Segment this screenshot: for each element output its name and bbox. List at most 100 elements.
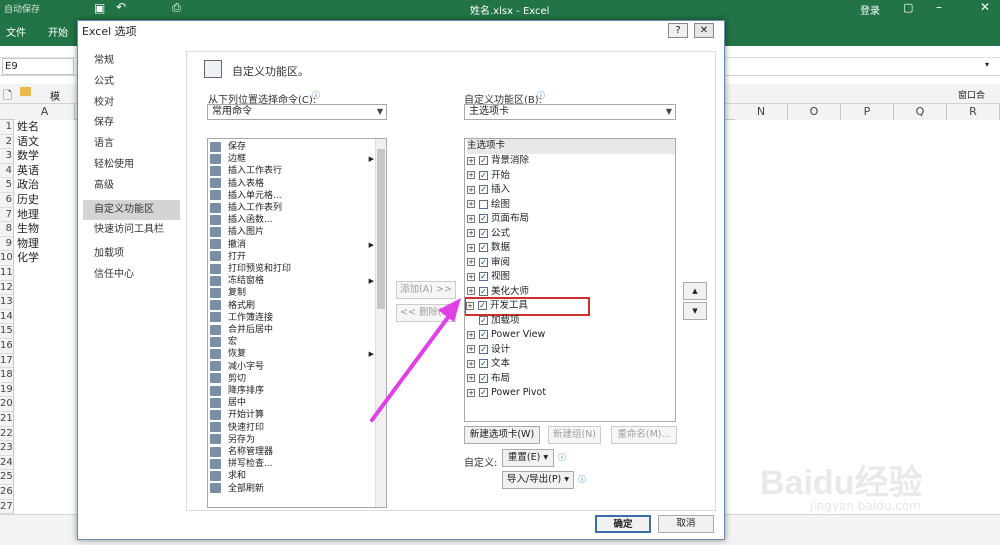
row-header[interactable]: 16 [0,339,14,354]
row-header[interactable]: 26 [0,485,14,500]
checkbox[interactable]: ✓ [479,388,488,397]
new-group-button[interactable]: 新建组(N) [548,426,601,444]
command-item[interactable]: 剪切 [210,373,370,385]
row-header[interactable]: 11 [0,266,14,281]
command-item[interactable]: 名称管理器 [210,446,370,458]
cell-a[interactable] [15,500,17,515]
cell-a[interactable] [15,281,17,296]
choose-commands-select[interactable]: 常用命令 ▼ [207,104,387,120]
command-item[interactable]: 插入工作表行 [210,165,370,177]
expand-icon[interactable]: + [467,156,475,165]
command-item[interactable]: 开始计算 [210,409,370,421]
cell-a[interactable]: 地理 [15,208,39,223]
cell-a[interactable] [15,339,17,354]
nav-item[interactable]: 加载项 [83,244,180,264]
ribbon-tab-item[interactable]: + ✓ 审阅 [467,256,510,271]
row-header[interactable]: 22 [0,426,14,442]
cell-a[interactable]: 化学 [15,251,39,266]
command-item[interactable]: 插入表格 [210,178,370,190]
ribbon-tab-item[interactable]: + ✓ 美化大师 [467,285,529,300]
column-header[interactable]: N [735,104,788,120]
checkbox[interactable] [479,199,488,209]
new-tab-button[interactable]: 新建选项卡(W) [464,426,540,444]
cell-a[interactable] [15,295,17,310]
expand-icon[interactable]: + [467,200,475,208]
ribbon-tab-item[interactable]: + ✓ 插入 [467,183,510,198]
checkbox[interactable]: ✓ [479,286,488,296]
row-header[interactable]: 13 [0,295,14,310]
command-item[interactable]: 宏 [210,336,370,348]
nav-item[interactable]: 保存 [83,113,180,133]
command-item[interactable]: 保存 [210,141,370,153]
print-preview-icon[interactable]: ⎙ [172,1,181,15]
expand-icon[interactable]: + [467,185,475,194]
ribbon-tab-item[interactable]: ✓ 加载项 [467,314,520,329]
command-item[interactable]: 减小字号 [210,361,370,373]
cell-a[interactable] [15,427,17,442]
row-header[interactable]: 6 [0,193,14,208]
cell-a[interactable]: 政治 [15,178,39,193]
checkbox[interactable]: ✓ [479,272,488,281]
scroll-thumb[interactable] [377,149,385,309]
move-up-button[interactable]: ▲ [683,282,707,300]
column-header[interactable]: P [841,104,894,120]
row-header[interactable]: 27 [0,499,14,515]
nav-item[interactable]: 常规 [83,51,180,71]
command-item[interactable]: 恢复 ▶ [210,348,374,360]
cell-a[interactable] [15,485,17,500]
cell-a[interactable] [15,441,17,456]
checkbox[interactable]: ✓ [479,315,488,325]
cell-a[interactable] [15,368,17,383]
ribbon-tab-item[interactable]: + ✓ Power Pivot [467,386,546,401]
cell-a[interactable]: 生物 [15,222,39,237]
cell-a[interactable]: 数学 [15,149,39,164]
ribbon-tab-item[interactable]: + ✓ 设计 [467,343,510,358]
row-header[interactable]: 8 [0,222,14,237]
cell-a[interactable]: 语文 [15,135,39,150]
undo-icon[interactable]: ↶ [116,0,126,14]
nav-item[interactable]: 信任中心 [83,265,180,285]
nav-item[interactable]: 语言 [83,134,180,154]
command-item[interactable]: 打印预览和打印 [210,263,370,275]
window-label[interactable]: 窗口合 [958,88,985,101]
expand-icon[interactable]: + [467,214,475,223]
ribbon-tab-item[interactable]: + ✓ 数据 [467,241,510,256]
checkbox[interactable]: ✓ [479,359,488,368]
expand-icon[interactable]: + [467,258,475,266]
tab-file[interactable]: 文件 [6,24,26,39]
command-item[interactable]: 边框 ▶ [210,153,374,165]
command-item[interactable]: 打开 [210,251,370,263]
checkbox[interactable]: ✓ [479,257,488,267]
move-down-button[interactable]: ▼ [683,302,707,320]
nav-item[interactable]: 轻松使用 [83,155,180,175]
row-header[interactable]: 7 [0,207,14,223]
cell-a[interactable] [15,310,17,325]
checkbox[interactable]: ✓ [479,344,488,354]
checkbox[interactable]: ✓ [479,170,488,180]
checkbox[interactable]: ✓ [479,185,488,194]
command-item[interactable]: 降序排序 [210,385,370,397]
nav-item[interactable]: 高级 [83,176,180,196]
command-item[interactable]: 插入图片 [210,226,370,238]
cell-a[interactable] [15,324,17,339]
reset-button[interactable]: 重置(E) ▾ [502,449,554,467]
ribbon-tab-item[interactable]: + ✓ 布局 [467,372,510,387]
formula-expand-icon[interactable]: ▾ [985,60,989,69]
row-header[interactable]: 10 [0,251,14,266]
row-header[interactable]: 3 [0,149,14,164]
minimize-icon[interactable]: – [936,0,942,14]
row-header[interactable]: 23 [0,441,14,456]
nav-item[interactable]: 快速访问工具栏 [83,220,180,240]
column-header[interactable]: O [788,104,841,120]
command-item[interactable]: 插入单元格... [210,190,370,202]
ribbon-tab-item[interactable]: + 绘图 [467,198,510,213]
row-header[interactable]: 24 [0,455,14,471]
cell-a[interactable] [15,412,17,427]
checkbox[interactable]: ✓ [479,373,488,383]
ribbon-tab-item[interactable]: + ✓ 背景消除 [467,154,529,169]
ok-button[interactable]: 确定 [595,515,651,533]
ribbon-tab-item[interactable]: + ✓ 开始 [467,169,510,184]
cell-a[interactable] [15,456,17,471]
command-item[interactable]: 快速打印 [210,422,370,434]
command-item[interactable]: 插入函数... [210,214,370,226]
